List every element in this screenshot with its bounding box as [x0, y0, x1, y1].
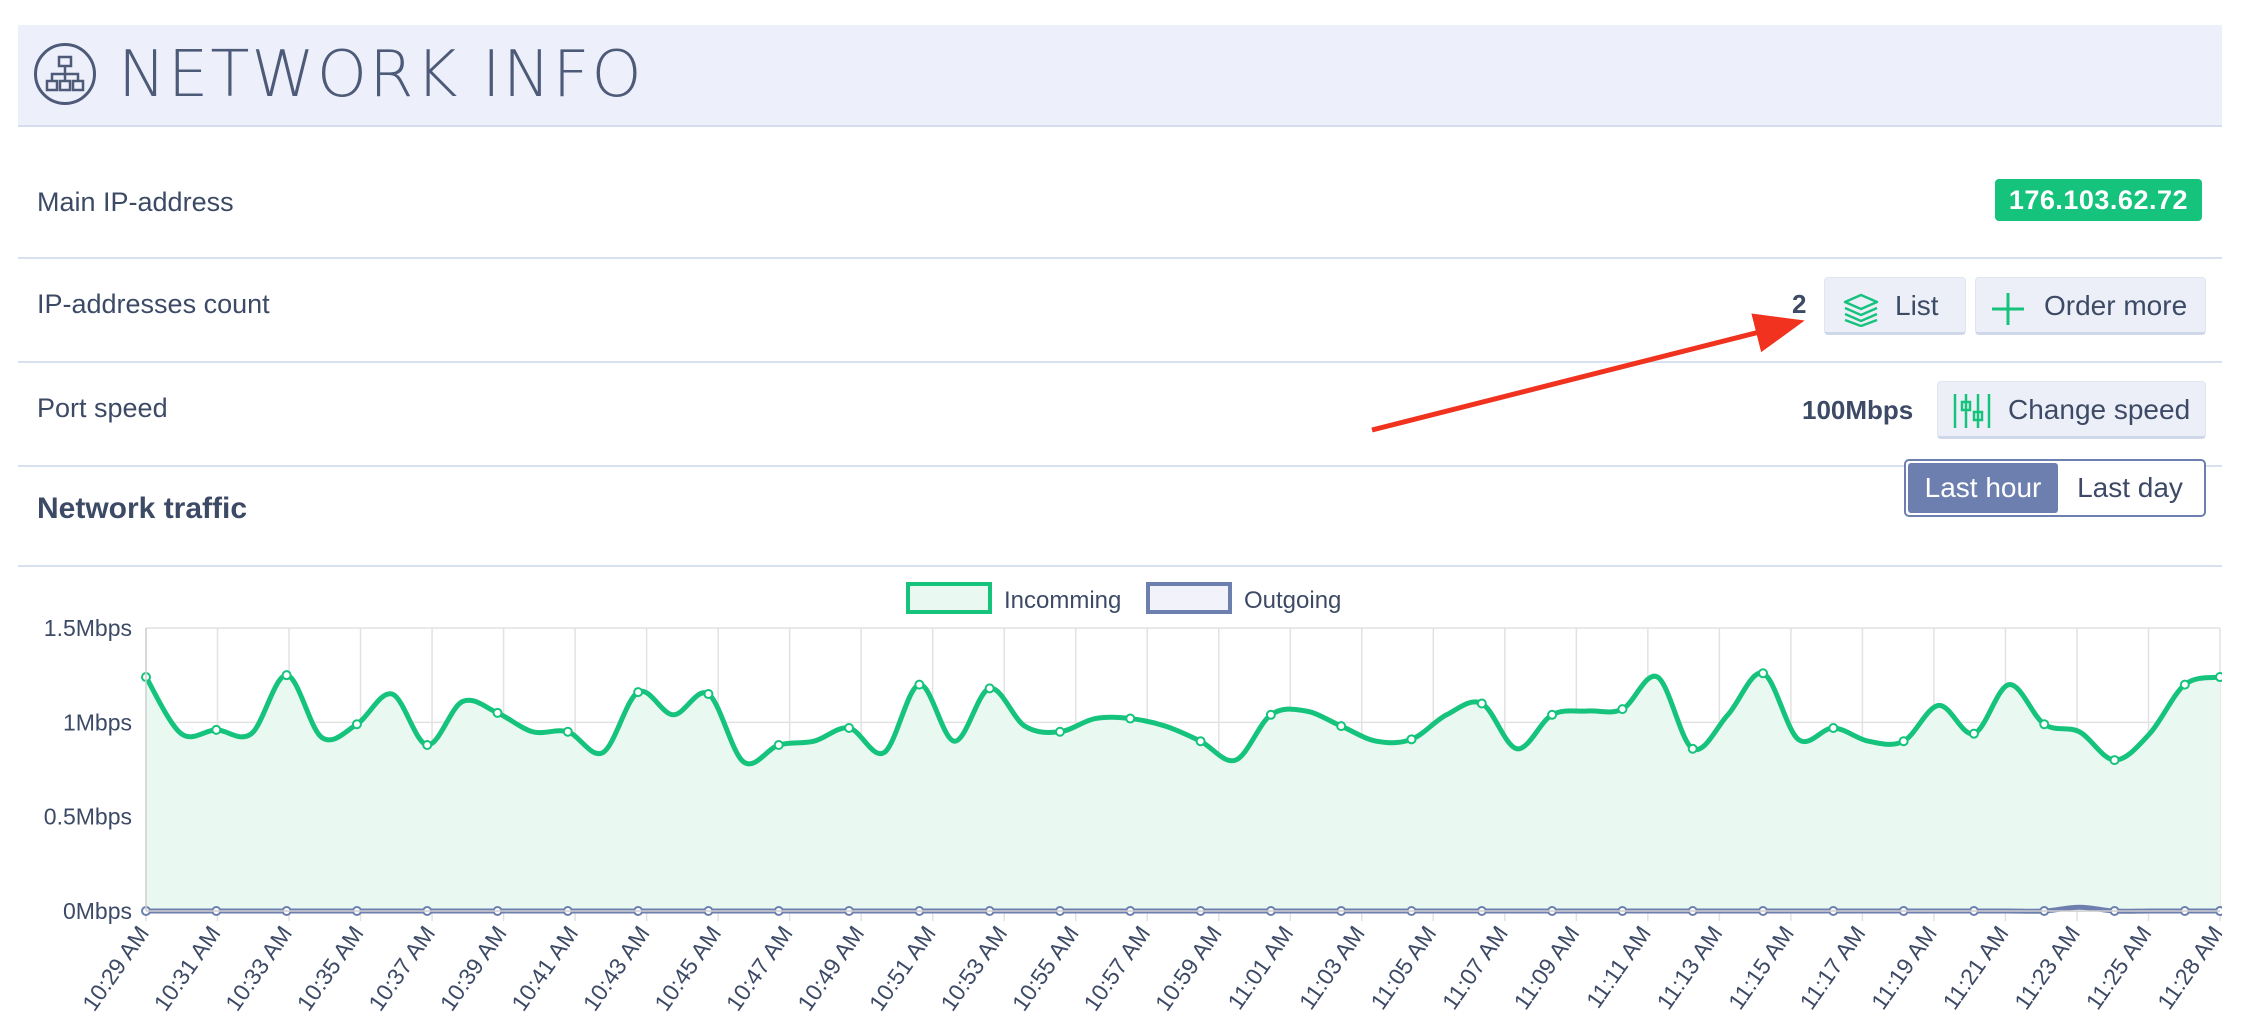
- network-icon: [34, 43, 96, 105]
- x-tick-label: 10:59 AM: [1150, 921, 1227, 1016]
- change-speed-label: Change speed: [2008, 394, 2191, 425]
- incoming-point: [1125, 713, 1136, 724]
- incoming-point: [211, 724, 222, 735]
- x-tick-label: 11:28 AM: [2152, 921, 2222, 1014]
- legend-label-incoming: Incomming: [1004, 587, 1121, 614]
- x-tick-label: 11:11 AM: [1581, 921, 1656, 1013]
- list-button-label: List: [1895, 290, 1939, 321]
- network-traffic-chart: Incomming Outgoing 0Mbps 0.5Mbps 1Mbps 1.5Mbp…: [44, 582, 2222, 1016]
- sliders-icon: [1952, 392, 1992, 449]
- incoming-point: [773, 739, 784, 750]
- x-tick-label: 11:01 AM: [1222, 921, 1298, 1014]
- x-tick-label: 10:31 AM: [149, 921, 226, 1016]
- order-more-label: Order more: [2044, 290, 2188, 321]
- incoming-point: [844, 722, 855, 733]
- list-button[interactable]: List: [1824, 277, 1966, 335]
- main-ip-label: Main IP-address: [37, 187, 234, 217]
- x-tick-label: 10:57 AM: [1078, 921, 1155, 1016]
- plus-icon: [1990, 290, 2026, 346]
- incoming-point: [1476, 698, 1487, 709]
- incoming-point: [422, 739, 433, 750]
- x-tick-label: 11:19 AM: [1866, 921, 1942, 1014]
- y-tick-label: 0Mbps: [63, 898, 132, 924]
- x-tick-label: 11:21 AM: [1937, 921, 2013, 1014]
- ip-count-value: 2: [1792, 289, 1807, 319]
- incoming-point: [914, 679, 925, 690]
- page-title: NETWORK INFO: [118, 38, 644, 112]
- incoming-point: [281, 670, 292, 681]
- network-info-panel: NETWORK INFO Main IP-address 176.103.62.…: [18, 25, 2222, 1025]
- x-tick-label: 10:41 AM: [506, 921, 583, 1016]
- x-tick-label: 10:51 AM: [864, 921, 941, 1016]
- legend-swatch-outgoing: [1146, 582, 1232, 614]
- incoming-point: [2179, 679, 2190, 690]
- incoming-point: [1758, 668, 1769, 679]
- incoming-point: [1265, 709, 1276, 720]
- port-speed-label: Port speed: [37, 393, 168, 423]
- legend-swatch-incoming: [906, 582, 992, 614]
- incoming-point: [492, 707, 503, 718]
- incoming-point: [633, 687, 644, 698]
- main-ip-row: Main IP-address 176.103.62.72: [18, 125, 2222, 259]
- port-speed-value: 100Mbps: [1802, 395, 1914, 425]
- x-tick-label: 10:33 AM: [220, 921, 297, 1016]
- incoming-point: [1547, 709, 1558, 720]
- incoming-point: [1898, 736, 1909, 747]
- incoming-point: [1687, 743, 1698, 754]
- x-tick-label: 11:25 AM: [2081, 921, 2157, 1014]
- x-tick-label: 11:07 AM: [1437, 921, 1513, 1014]
- incoming-point: [984, 683, 995, 694]
- x-tick-label: 10:45 AM: [649, 921, 726, 1016]
- incoming-point: [562, 726, 573, 737]
- panel-header: NETWORK INFO: [18, 25, 2222, 127]
- incoming-point: [351, 719, 362, 730]
- x-tick-label: 11:17 AM: [1794, 921, 1870, 1014]
- x-tick-label: 11:05 AM: [1365, 921, 1441, 1014]
- incoming-point: [1336, 721, 1347, 732]
- x-tick-label: 11:03 AM: [1294, 921, 1370, 1014]
- x-tick-label: 11:15 AM: [1723, 921, 1799, 1014]
- port-speed-row: Port speed 100Mbps Change speed: [18, 361, 2222, 467]
- x-tick-label: 10:35 AM: [292, 921, 369, 1016]
- legend-label-outgoing: Outgoing: [1244, 587, 1341, 614]
- y-tick-label: 1.5Mbps: [44, 615, 132, 641]
- y-tick-label: 1Mbps: [63, 709, 132, 735]
- incoming-point: [1406, 734, 1417, 745]
- x-tick-label: 10:43 AM: [578, 921, 655, 1016]
- x-tick-label: 10:37 AM: [363, 921, 440, 1016]
- layers-icon: [1841, 290, 1881, 346]
- x-tick-label: 10:39 AM: [435, 921, 512, 1016]
- x-tick-label: 10:55 AM: [1007, 921, 1084, 1016]
- x-tick-label: 11:23 AM: [2009, 921, 2085, 1014]
- x-tick-label: 11:09 AM: [1508, 921, 1584, 1014]
- incoming-point: [1828, 722, 1839, 733]
- incoming-point: [2109, 755, 2120, 766]
- incoming-point: [1195, 736, 1206, 747]
- incoming-point: [1968, 728, 1979, 739]
- order-more-button[interactable]: Order more: [1975, 277, 2206, 335]
- ip-count-label: IP-addresses count: [37, 289, 270, 319]
- x-tick-label: 10:47 AM: [721, 921, 798, 1016]
- x-tick-label: 10:49 AM: [792, 921, 869, 1016]
- incoming-point: [2039, 719, 2050, 730]
- incoming-point: [1054, 726, 1065, 737]
- incoming-point: [703, 689, 714, 700]
- x-tick-label: 10:53 AM: [935, 921, 1012, 1016]
- y-tick-label: 0.5Mbps: [44, 804, 132, 830]
- x-tick-label: 10:29 AM: [77, 921, 154, 1016]
- x-tick-label: 11:13 AM: [1651, 921, 1727, 1014]
- incoming-point: [1617, 704, 1628, 715]
- main-ip-badge: 176.103.62.72: [1994, 179, 2202, 221]
- change-speed-button[interactable]: Change speed: [1937, 381, 2206, 439]
- incoming-point: [2215, 672, 2222, 683]
- ip-count-row: IP-addresses count 2 List Order more: [18, 257, 2222, 363]
